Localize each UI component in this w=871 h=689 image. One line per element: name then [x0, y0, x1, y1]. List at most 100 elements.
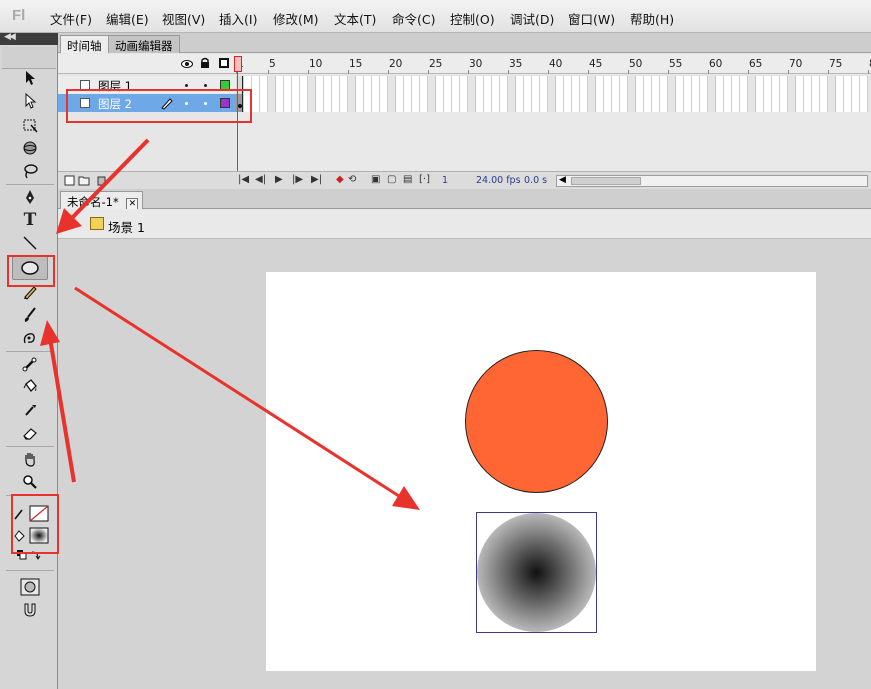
pen-tool-icon[interactable] — [14, 186, 46, 208]
subselection-tool-icon[interactable] — [14, 90, 46, 112]
menu-debug[interactable]: 调试(D) — [510, 9, 554, 28]
document-tabs: 未命名-1* ✕ — [58, 189, 871, 210]
ruler-tick — [348, 70, 349, 74]
menu-control[interactable]: 控制(O) — [450, 9, 495, 28]
layer-row[interactable]: 图层 1 — [58, 76, 871, 94]
menu-insert[interactable]: 插入(I) — [219, 9, 257, 28]
lock-dot[interactable] — [204, 102, 207, 105]
object-drawing-icon[interactable] — [14, 576, 46, 598]
fill-color-control[interactable] — [14, 526, 50, 546]
bone-tool-icon[interactable] — [14, 353, 46, 375]
ruler-label: 35 — [509, 58, 523, 70]
toolbox-divider — [6, 446, 54, 447]
loop-icon[interactable]: ⟲ — [348, 174, 356, 185]
modify-markers-icon[interactable]: [·] — [419, 174, 430, 185]
play-icon[interactable]: ▶ — [275, 174, 283, 185]
scene-bar: 场景 1 — [58, 209, 871, 239]
paint-bucket-tool-icon[interactable] — [14, 376, 46, 398]
ruler-label: 25 — [429, 58, 443, 70]
lasso-tool-icon[interactable] — [14, 160, 46, 182]
stage[interactable] — [266, 272, 816, 671]
layer-color-swatch[interactable] — [220, 98, 230, 108]
menu-modify[interactable]: 修改(M) — [273, 9, 319, 28]
ruler-label: 50 — [629, 58, 643, 70]
swap-colors-icon[interactable] — [16, 549, 46, 563]
new-layer-icon[interactable] — [64, 175, 75, 189]
scrollbar-thumb[interactable] — [571, 177, 641, 185]
oval-tool-icon[interactable] — [12, 256, 48, 280]
layer-color-swatch[interactable] — [220, 80, 230, 90]
timeline-panel: 时间轴 动画编辑器 151015202530354045505560657075… — [58, 33, 871, 189]
center-frame-icon[interactable]: ◆ — [336, 174, 344, 185]
collapse-icon[interactable]: ◀◀ — [4, 32, 16, 42]
menu-file[interactable]: 文件(F) — [50, 9, 92, 28]
menu-edit[interactable]: 编辑(E) — [106, 9, 149, 28]
ruler-tick — [428, 70, 429, 74]
playhead-handle[interactable] — [234, 56, 242, 72]
ruler-label: 10 — [309, 58, 323, 70]
snap-magnet-icon[interactable] — [14, 599, 46, 621]
ruler-label: 15 — [349, 58, 363, 70]
toolbox-divider — [6, 570, 54, 571]
visibility-dot[interactable] — [185, 84, 188, 87]
go-last-frame-icon[interactable]: ▶| — [311, 174, 322, 185]
selection-tool-icon[interactable] — [14, 67, 46, 89]
scroll-left-icon[interactable]: ◀ — [559, 175, 566, 185]
current-frame[interactable]: 1 — [442, 175, 448, 186]
edit-multiple-frames-icon[interactable]: ▤ — [403, 174, 412, 185]
frame-rate[interactable]: 24.00 fps — [476, 175, 521, 186]
step-forward-icon[interactable]: |▶ — [292, 174, 303, 185]
frame-ruler: 1510152025303540455055606570758 — [236, 54, 871, 74]
eye-icon[interactable] — [181, 58, 193, 72]
go-first-frame-icon[interactable]: |◀ — [238, 174, 249, 185]
eraser-tool-icon[interactable] — [14, 422, 46, 444]
ruler-label: 55 — [669, 58, 683, 70]
lock-dot[interactable] — [204, 84, 207, 87]
menu-text[interactable]: 文本(T) — [334, 9, 376, 28]
orange-circle-shape[interactable] — [465, 350, 608, 493]
free-transform-tool-icon[interactable] — [14, 114, 46, 136]
lock-icon[interactable] — [200, 57, 210, 72]
document-tab[interactable]: 未命名-1* ✕ — [60, 191, 144, 210]
menu-help[interactable]: 帮助(H) — [630, 9, 674, 28]
zoom-tool-icon[interactable] — [14, 471, 46, 493]
menu-view[interactable]: 视图(V) — [162, 9, 205, 28]
scene-clapper-icon — [90, 217, 104, 230]
frame-track[interactable] — [236, 76, 871, 94]
timeline-scrollbar[interactable]: ◀ — [556, 175, 868, 187]
onion-outline-icon[interactable]: ▢ — [387, 174, 396, 185]
hand-tool-icon[interactable] — [14, 448, 46, 470]
stroke-color-control[interactable] — [14, 504, 50, 524]
ruler-tick — [548, 70, 549, 74]
new-folder-icon[interactable] — [78, 175, 90, 189]
tab-timeline[interactable]: 时间轴 — [60, 35, 109, 53]
frame-track[interactable] — [236, 94, 871, 112]
timeline-footer: |◀ ◀| ▶ |▶ ▶| ◆ ⟲ ▣ ▢ ▤ [·] 1 24.00 fps … — [58, 171, 871, 189]
layer-name: 图层 2 — [98, 97, 132, 111]
gradient-circle-selection[interactable] — [476, 512, 597, 633]
3d-rotation-tool-icon[interactable] — [14, 137, 46, 159]
ruler-label: 30 — [469, 58, 483, 70]
ruler-tick — [868, 70, 869, 74]
line-tool-icon[interactable] — [14, 232, 46, 254]
ruler-tick — [828, 70, 829, 74]
step-back-icon[interactable]: ◀| — [255, 174, 266, 185]
tab-motion-editor[interactable]: 动画编辑器 — [108, 35, 180, 53]
text-tool-icon[interactable]: T — [14, 209, 46, 231]
scene-label[interactable]: 场景 1 — [108, 217, 145, 236]
menu-commands[interactable]: 命令(C) — [392, 9, 435, 28]
pencil-tool-icon[interactable] — [14, 281, 46, 303]
visibility-dot[interactable] — [185, 102, 188, 105]
onion-skin-icon[interactable]: ▣ — [371, 174, 380, 185]
menu-window[interactable]: 窗口(W) — [568, 9, 615, 28]
layer-row-selected[interactable]: 图层 2 — [58, 94, 871, 112]
ruler-tick — [788, 70, 789, 74]
delete-layer-icon[interactable] — [96, 175, 107, 189]
layer-name: 图层 1 — [98, 79, 132, 93]
eyedropper-tool-icon[interactable] — [14, 399, 46, 421]
brush-tool-icon[interactable] — [14, 304, 46, 326]
deco-tool-icon[interactable] — [14, 327, 46, 349]
gradient-circle-shape[interactable] — [477, 513, 596, 632]
elapsed-time: 0.0 s — [524, 175, 548, 186]
outline-icon[interactable] — [219, 58, 229, 68]
